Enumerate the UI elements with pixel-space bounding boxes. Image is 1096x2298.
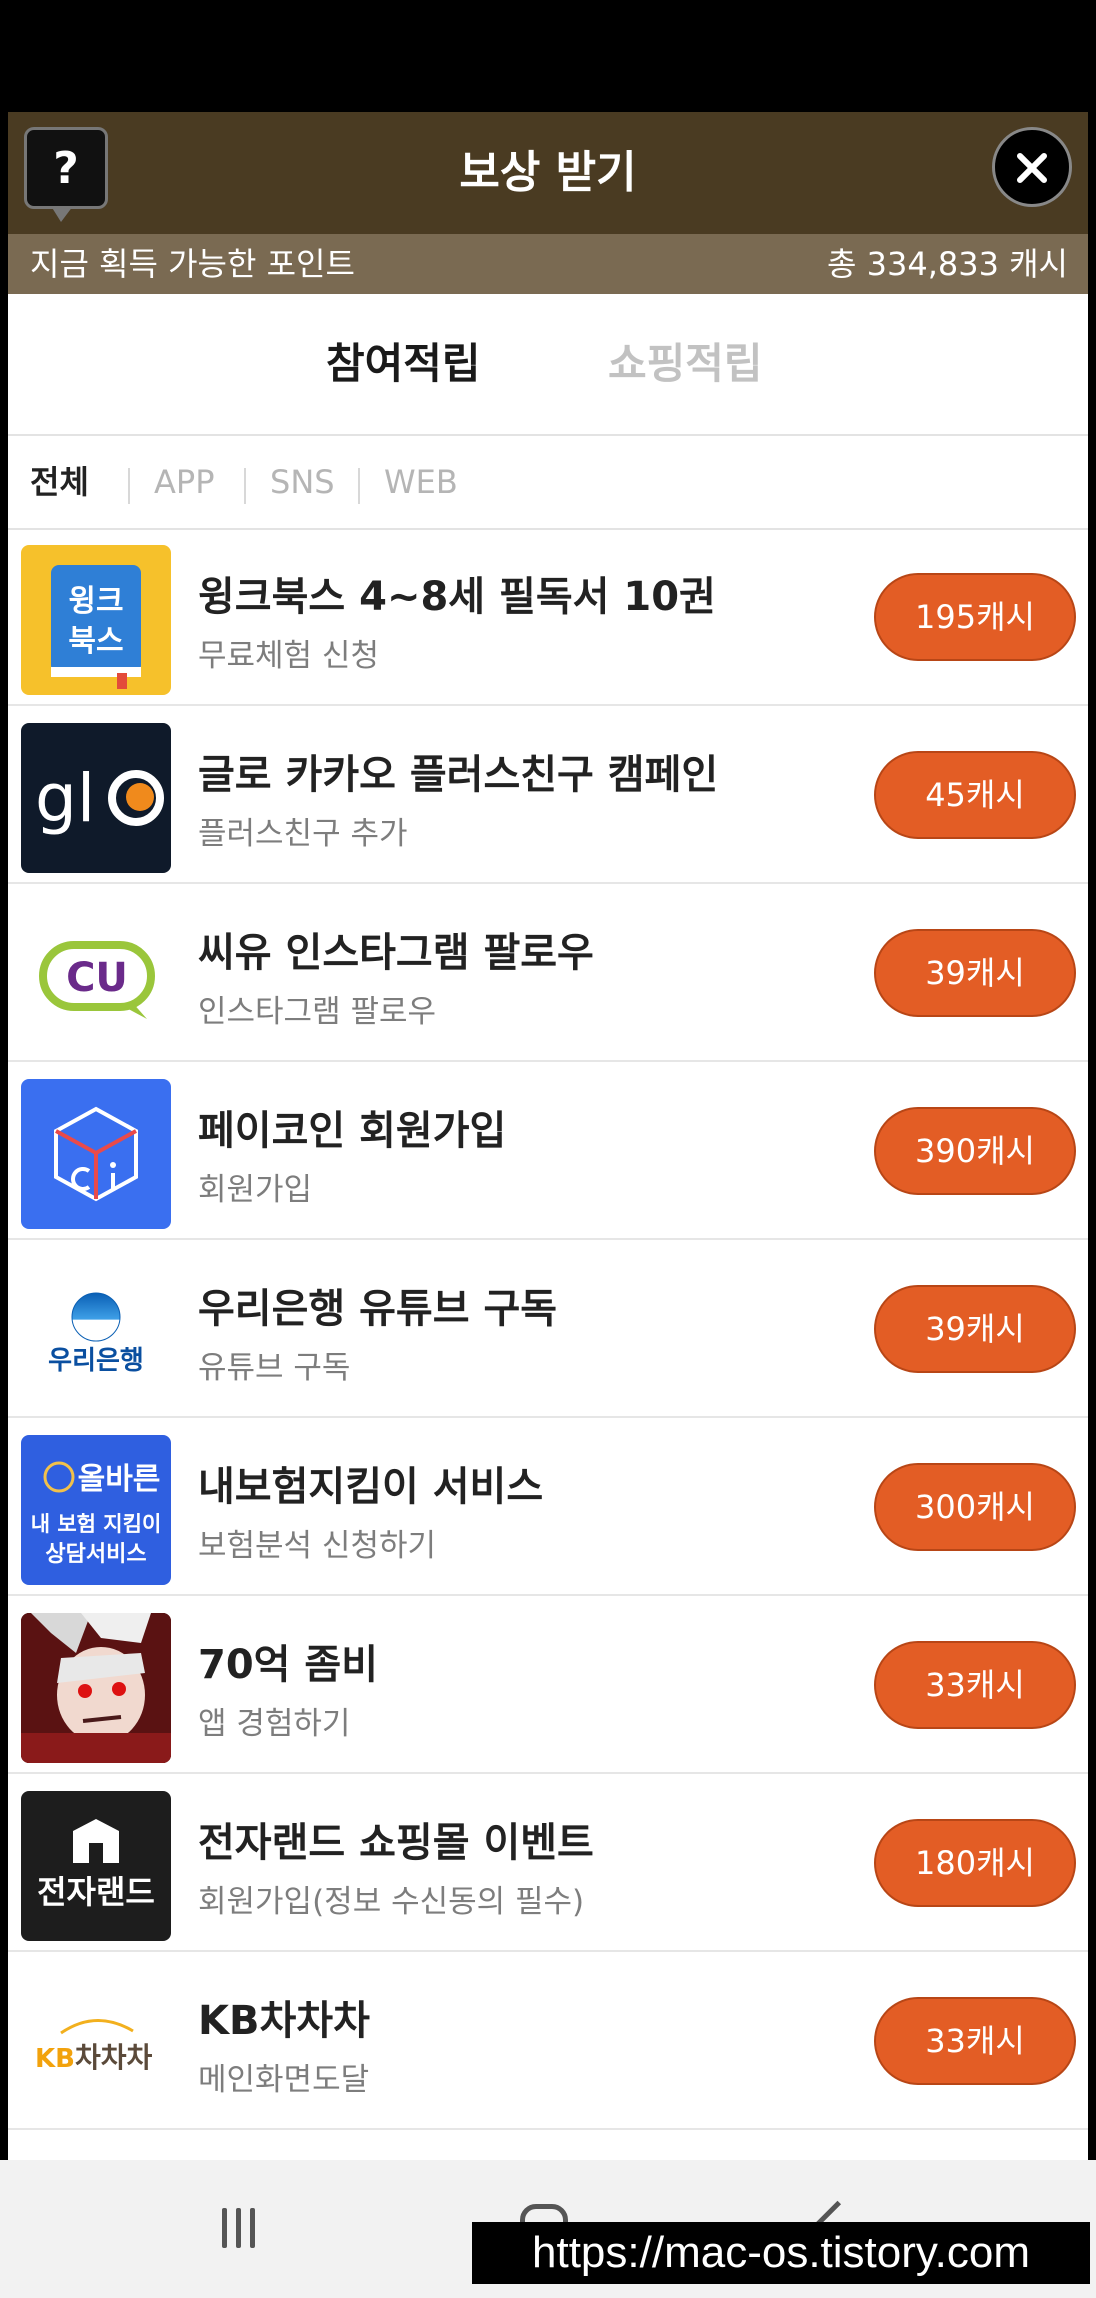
points-total: 총 334,833 캐시: [827, 245, 1068, 283]
svg-text:북스: 북스: [68, 624, 123, 659]
svg-text:CU: CU: [66, 955, 128, 1001]
page-title: 보상 받기: [459, 147, 637, 198]
reward-button[interactable]: 33캐시: [874, 1641, 1076, 1729]
offer-title: 내보험지킴이 서비스: [198, 1464, 544, 1510]
offer-title: 윙크북스 4~8세 필독서 10권: [198, 574, 716, 620]
offer-row[interactable]: 페이코인 회원가입 회원가입 390캐시: [8, 1064, 1088, 1240]
screen: ? 보상 받기 지금 획득 가능한 포인트 총 334,833 캐시 참여적립 …: [0, 0, 1096, 2298]
svg-text:차차차: 차차차: [75, 2041, 153, 2074]
filter-web[interactable]: WEB: [384, 436, 458, 528]
offer-subtitle: 회원가입(정보 수신동의 필수): [198, 1884, 585, 1920]
filter-divider: [244, 468, 246, 504]
svg-text:KB: KB: [35, 2044, 75, 2074]
reward-button[interactable]: 195캐시: [874, 573, 1076, 661]
recents-icon[interactable]: [222, 2208, 264, 2250]
glo-logo: gl: [21, 723, 171, 873]
zombie-game-logo: [21, 1613, 171, 1763]
offer-row[interactable]: gl 글로 카카오 플러스친구 캠페인 플러스친구 추가 45캐시: [8, 708, 1088, 884]
cu-logo: CU: [21, 901, 171, 1051]
offer-row[interactable]: 70억 좀비 앱 경험하기 33캐시: [8, 1598, 1088, 1774]
offer-title: 70억 좀비: [198, 1642, 378, 1688]
reward-panel: ? 보상 받기 지금 획득 가능한 포인트 총 334,833 캐시 참여적립 …: [8, 112, 1088, 2298]
reward-button[interactable]: 39캐시: [874, 1285, 1076, 1373]
kb-chachacha-logo: KB 차차차: [21, 1969, 171, 2119]
reward-button[interactable]: 300캐시: [874, 1463, 1076, 1551]
etland-logo: 전자랜드: [21, 1791, 171, 1941]
offer-title: KB차차차: [198, 1998, 370, 2044]
reward-button[interactable]: 180캐시: [874, 1819, 1076, 1907]
svg-text:내 보험 지킴이: 내 보험 지킴이: [31, 1512, 162, 1536]
svg-text:상담서비스: 상담서비스: [45, 1542, 146, 1567]
filter-sns[interactable]: SNS: [270, 436, 335, 528]
offer-subtitle: 인스타그램 팔로우: [198, 994, 437, 1030]
reward-button[interactable]: 33캐시: [874, 1997, 1076, 2085]
offer-subtitle: 앱 경험하기: [198, 1706, 351, 1742]
tab-participation[interactable]: 참여적립: [326, 294, 481, 434]
offer-title: 전자랜드 쇼핑몰 이벤트: [198, 1820, 594, 1866]
insurance-logo: 올바른 내 보험 지킴이 상담서비스: [21, 1435, 171, 1585]
tab-bar: 참여적립 쇼핑적립: [8, 294, 1088, 436]
points-bar: 지금 획득 가능한 포인트 총 334,833 캐시: [8, 234, 1088, 294]
offer-row[interactable]: 윙크 북스 윙크북스 4~8세 필독서 10권 무료체험 신청 195캐시: [8, 530, 1088, 706]
tab-shopping[interactable]: 쇼핑적립: [608, 294, 763, 434]
svg-text:올바른: 올바른: [78, 1462, 161, 1497]
offer-subtitle: 회원가입: [198, 1172, 313, 1208]
svg-text:우리은행: 우리은행: [48, 1346, 144, 1376]
offer-row[interactable]: 전자랜드 전자랜드 쇼핑몰 이벤트 회원가입(정보 수신동의 필수) 180캐시: [8, 1776, 1088, 1952]
offer-title: 우리은행 유튜브 구독: [198, 1286, 558, 1332]
filter-all[interactable]: 전체: [30, 436, 89, 528]
offer-title: 씨유 인스타그램 팔로우: [198, 930, 594, 976]
close-button[interactable]: [992, 127, 1072, 207]
offer-subtitle: 무료체험 신청: [198, 638, 379, 674]
filter-app[interactable]: APP: [154, 436, 214, 528]
filter-divider: [128, 468, 130, 504]
offer-subtitle: 보험분석 신청하기: [198, 1528, 437, 1564]
panel-header: ? 보상 받기: [8, 112, 1088, 234]
offer-title: 페이코인 회원가입: [198, 1108, 507, 1154]
offer-title: 글로 카카오 플러스친구 캠페인: [198, 752, 719, 798]
reward-button[interactable]: 39캐시: [874, 929, 1076, 1017]
woori-bank-logo: 우리은행: [21, 1257, 171, 1407]
offer-subtitle: 플러스친구 추가: [198, 816, 408, 852]
filter-bar: 전체 APP SNS WEB: [8, 436, 1088, 530]
offer-row[interactable]: 우리은행 우리은행 유튜브 구독 유튜브 구독 39캐시: [8, 1242, 1088, 1418]
offer-row[interactable]: CU 씨유 인스타그램 팔로우 인스타그램 팔로우 39캐시: [8, 886, 1088, 1062]
svg-text:윙크: 윙크: [68, 584, 123, 619]
wink-books-logo: 윙크 북스: [21, 545, 171, 695]
offer-subtitle: 유튜브 구독: [198, 1350, 351, 1386]
offer-row[interactable]: KB 차차차 KB차차차 메인화면도달 33캐시: [8, 1954, 1088, 2130]
watermark: https://mac-os.tistory.com: [472, 2222, 1090, 2284]
points-label: 지금 획득 가능한 포인트: [30, 245, 355, 283]
svg-text:전자랜드: 전자랜드: [37, 1873, 155, 1911]
reward-button[interactable]: 390캐시: [874, 1107, 1076, 1195]
reward-button[interactable]: 45캐시: [874, 751, 1076, 839]
help-icon: ?: [53, 142, 79, 194]
offer-row[interactable]: 올바른 내 보험 지킴이 상담서비스 내보험지킴이 서비스 보험분석 신청하기 …: [8, 1420, 1088, 1596]
svg-text:gl: gl: [35, 760, 95, 837]
filter-divider: [358, 468, 360, 504]
help-button[interactable]: ?: [24, 127, 108, 222]
paycoin-logo: [21, 1079, 171, 1229]
offer-subtitle: 메인화면도달: [198, 2062, 370, 2098]
